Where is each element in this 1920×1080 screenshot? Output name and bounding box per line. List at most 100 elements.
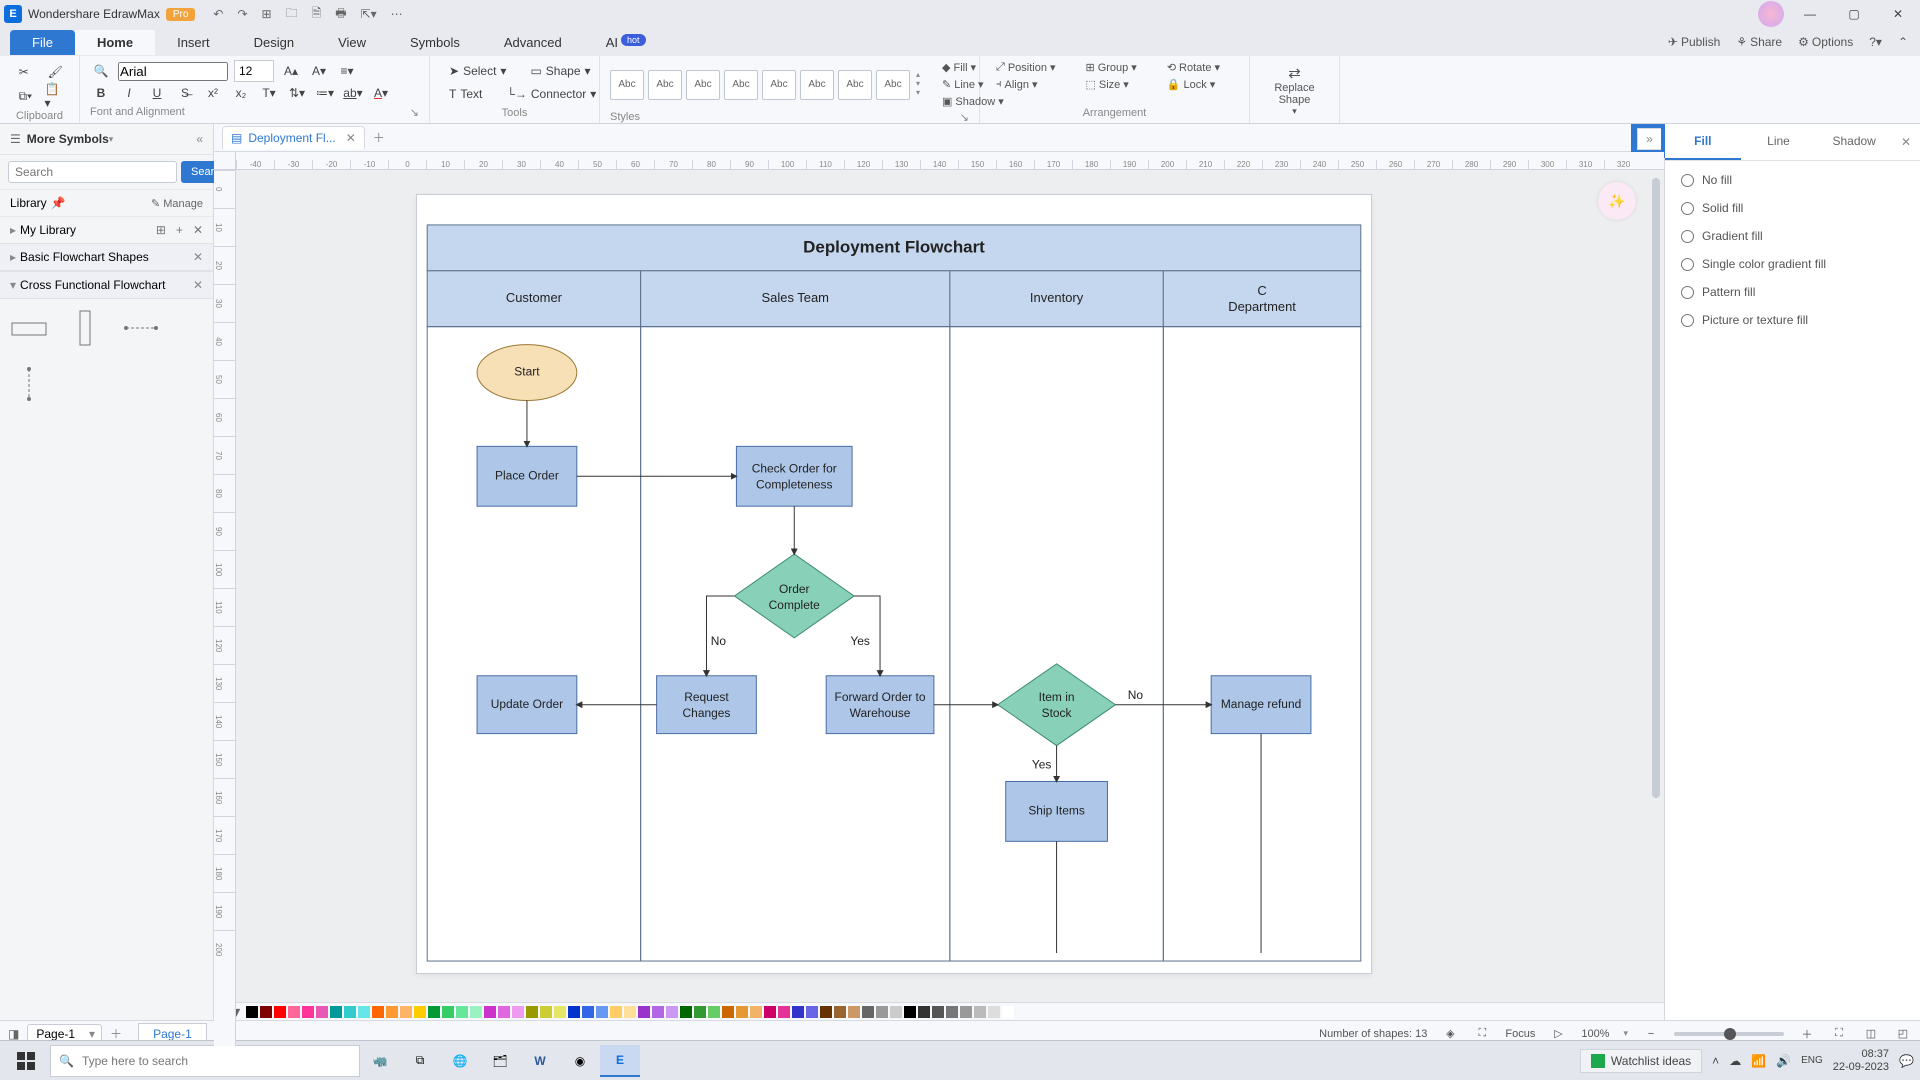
options-button[interactable]: ⚙ Options: [1798, 35, 1853, 49]
font-color-button[interactable]: A▾: [370, 83, 392, 103]
windows-search-box[interactable]: 🔍 Type here to search: [50, 1045, 360, 1077]
palette-swatch[interactable]: [932, 1006, 944, 1018]
palette-swatch[interactable]: [442, 1006, 454, 1018]
fill-option[interactable]: Single color gradient fill: [1681, 257, 1904, 271]
style-preset[interactable]: Abc: [876, 70, 910, 100]
ai-assistant-button[interactable]: ✨: [1598, 182, 1636, 220]
collapse-ribbon[interactable]: ⌃: [1898, 35, 1908, 49]
palette-swatch[interactable]: [582, 1006, 594, 1018]
fill-option[interactable]: Solid fill: [1681, 201, 1904, 215]
palette-swatch[interactable]: [596, 1006, 608, 1018]
taskbar-edge[interactable]: 🌐: [440, 1045, 480, 1077]
palette-swatch[interactable]: [428, 1006, 440, 1018]
size-button[interactable]: ⬚ Size▾: [1079, 77, 1142, 92]
style-preset[interactable]: Abc: [800, 70, 834, 100]
palette-swatch[interactable]: [260, 1006, 272, 1018]
palette-swatch[interactable]: [316, 1006, 328, 1018]
style-preset[interactable]: Abc: [838, 70, 872, 100]
fill-option[interactable]: Pattern fill: [1681, 285, 1904, 299]
right-tab-line[interactable]: Line: [1741, 124, 1817, 160]
palette-swatch[interactable]: [358, 1006, 370, 1018]
rotate-button[interactable]: ⟲ Rotate▾: [1161, 60, 1226, 75]
bold-button[interactable]: B: [90, 83, 112, 103]
palette-swatch[interactable]: [918, 1006, 930, 1018]
palette-swatch[interactable]: [498, 1006, 510, 1018]
hamburger-icon[interactable]: ☰: [10, 132, 21, 146]
quick-styles-gallery[interactable]: Abc Abc Abc Abc Abc Abc Abc Abc ▴▾▾: [610, 70, 922, 100]
manage-library-button[interactable]: ✎ Manage: [151, 197, 203, 210]
right-tab-shadow[interactable]: Shadow: [1816, 124, 1892, 160]
highlight-button[interactable]: ab▾: [342, 83, 364, 103]
case-button[interactable]: T▾: [258, 83, 280, 103]
style-preset[interactable]: Abc: [724, 70, 758, 100]
expand-right-panel[interactable]: »: [1637, 128, 1661, 150]
tray-language[interactable]: ENG: [1801, 1055, 1823, 1066]
font-size-select[interactable]: [234, 60, 274, 82]
position-button[interactable]: ⤢ Position▾: [990, 60, 1061, 75]
new-document-tab[interactable]: ＋: [373, 129, 385, 146]
palette-swatch[interactable]: [960, 1006, 972, 1018]
style-preset[interactable]: Abc: [610, 70, 644, 100]
shape-tool[interactable]: ▭ Shape ▾: [521, 60, 599, 82]
taskbar-explorer[interactable]: 🗂: [480, 1045, 520, 1077]
my-library-item[interactable]: My Library: [20, 223, 76, 237]
palette-swatch[interactable]: [372, 1006, 384, 1018]
palette-swatch[interactable]: [680, 1006, 692, 1018]
palette-swatch[interactable]: [806, 1006, 818, 1018]
publish-button[interactable]: ✈ Publish: [1668, 35, 1720, 49]
undo-button[interactable]: ↶: [213, 7, 223, 21]
underline-button[interactable]: U: [146, 83, 168, 103]
replace-shape-button[interactable]: ⇄ Replace Shape▾: [1260, 60, 1329, 121]
palette-swatch[interactable]: [834, 1006, 846, 1018]
user-avatar[interactable]: [1758, 1, 1784, 27]
taskbar-rhino-widget[interactable]: 🦏: [360, 1045, 400, 1077]
qat-more[interactable]: ⋯: [391, 7, 403, 21]
canvas-page[interactable]: Deployment Flowchart Customer Sales Team…: [416, 194, 1372, 974]
palette-swatch[interactable]: [638, 1006, 650, 1018]
tray-overflow[interactable]: ˄: [1712, 1054, 1719, 1068]
palette-swatch[interactable]: [792, 1006, 804, 1018]
zoom-value[interactable]: 100%: [1581, 1028, 1609, 1040]
subscript-button[interactable]: x₂: [230, 83, 252, 103]
lock-button[interactable]: 🔒 Lock▾: [1161, 77, 1226, 92]
help-button[interactable]: ?▾: [1869, 35, 1882, 49]
palette-swatch[interactable]: [288, 1006, 300, 1018]
palette-swatch[interactable]: [568, 1006, 580, 1018]
palette-swatch[interactable]: [302, 1006, 314, 1018]
zoom-slider[interactable]: [1674, 1032, 1784, 1036]
document-tab-close[interactable]: ✕: [346, 131, 356, 145]
palette-swatch[interactable]: [722, 1006, 734, 1018]
tab-design[interactable]: Design: [232, 30, 316, 55]
palette-swatch[interactable]: [610, 1006, 622, 1018]
palette-swatch[interactable]: [820, 1006, 832, 1018]
tray-onedrive-icon[interactable]: ☁: [1729, 1054, 1741, 1068]
section-basic-flowchart[interactable]: Basic Flowchart Shapes: [20, 250, 149, 264]
lib-close-icon[interactable]: ✕: [193, 223, 203, 237]
shape-swimlane-vertical[interactable]: [66, 309, 104, 347]
text-tool[interactable]: T Text: [440, 83, 491, 105]
new-button[interactable]: ⊞: [262, 7, 272, 21]
taskbar-chrome[interactable]: ◉: [560, 1045, 600, 1077]
palette-swatch[interactable]: [988, 1006, 1000, 1018]
section-close-icon[interactable]: ✕: [193, 278, 203, 292]
fill-option[interactable]: No fill: [1681, 173, 1904, 187]
palette-swatch[interactable]: [862, 1006, 874, 1018]
superscript-button[interactable]: x²: [202, 83, 224, 103]
palette-swatch[interactable]: [540, 1006, 552, 1018]
palette-swatch[interactable]: [778, 1006, 790, 1018]
decrease-font-button[interactable]: A▾: [308, 61, 330, 81]
palette-swatch[interactable]: [1002, 1006, 1014, 1018]
document-tab[interactable]: ▤ Deployment Fl... ✕: [222, 126, 365, 149]
right-panel-close[interactable]: ✕: [1892, 124, 1920, 160]
style-preset[interactable]: Abc: [648, 70, 682, 100]
watchlist-widget[interactable]: Watchlist ideas: [1580, 1049, 1702, 1073]
section-close-icon[interactable]: ✕: [193, 250, 203, 264]
styles-dialog-launcher[interactable]: ↘: [960, 111, 969, 124]
palette-swatch[interactable]: [484, 1006, 496, 1018]
copy-button[interactable]: ⧉▾: [16, 86, 35, 106]
group-button[interactable]: ⊞ Group▾: [1079, 60, 1142, 75]
shape-separator-horizontal[interactable]: [122, 309, 160, 347]
palette-swatch[interactable]: [764, 1006, 776, 1018]
cut-button[interactable]: ✂: [16, 62, 32, 82]
paste-button[interactable]: 📋▾: [45, 86, 64, 106]
